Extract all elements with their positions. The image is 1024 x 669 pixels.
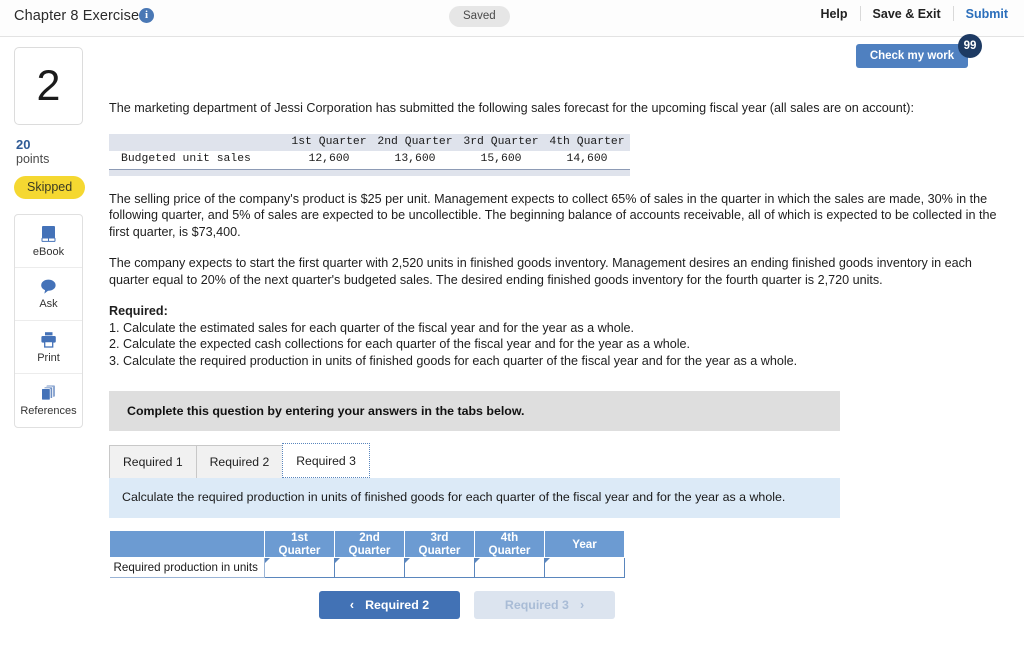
check-my-work-wrapper: Check my work 99 [856, 34, 982, 68]
budget-col-header: 2nd Quarter [372, 133, 458, 151]
budget-col-header: 3rd Quarter [458, 133, 544, 151]
budgeted-unit-sales-table: 1st Quarter 2nd Quarter 3rd Quarter 4th … [109, 133, 630, 168]
tool-ebook[interactable]: eBook [15, 215, 82, 268]
chevron-left-icon: ‹ [349, 598, 355, 612]
next-requirement-button[interactable]: Required 3 › [474, 591, 615, 619]
status-badge-skipped: Skipped [14, 176, 86, 199]
required-item-3: 3. Calculate the required production in … [109, 353, 798, 368]
paragraph-selling-price: The selling price of the company's produ… [109, 191, 997, 239]
chat-bubble-icon [39, 278, 58, 295]
answer-grid-col-q2: 2nd Quarter [334, 530, 405, 558]
copy-pages-icon [39, 384, 58, 402]
question-body: The marketing department of Jessi Corpor… [109, 100, 1014, 619]
answer-grid-col-q1: 1st Quarter [264, 530, 335, 558]
required-item-2: 2. Calculate the expected cash collectio… [109, 337, 691, 351]
required-item-1: 1. Calculate the estimated sales for eac… [109, 320, 635, 335]
prev-requirement-label: Required 2 [365, 598, 430, 612]
prev-requirement-button[interactable]: ‹ Required 2 [319, 591, 460, 619]
tab-required-3[interactable]: Required 3 [282, 443, 370, 478]
answer-grid-col-year: Year [544, 530, 625, 558]
check-my-work-button[interactable]: Check my work [856, 44, 968, 68]
instruction-band: Complete this question by entering your … [109, 391, 840, 431]
answer-input-q1[interactable] [264, 557, 335, 578]
budget-value: 14,600 [544, 150, 630, 168]
required-section: Required: 1. Calculate the estimated sal… [109, 303, 1014, 369]
budget-corner-cell [109, 133, 286, 151]
intro-paragraph: The marketing department of Jessi Corpor… [109, 101, 914, 115]
answer-grid-row-label: Required production in units [109, 557, 265, 578]
top-bar: Chapter 8 Exercises i Saved Help Save & … [0, 0, 1024, 37]
answer-input-q4[interactable] [474, 557, 545, 578]
points-label: points [16, 152, 50, 166]
page-title: Chapter 8 Exercises [14, 8, 147, 24]
answer-input-q2[interactable] [334, 557, 405, 578]
footer-navigation: ‹ Required 2 Required 3 › [319, 591, 1014, 619]
answer-grid-corner [109, 530, 265, 558]
paragraph-inventory: The company expects to start the first q… [109, 256, 972, 287]
answer-input-year[interactable] [544, 557, 625, 578]
top-bar-links: Help Save & Exit Submit [808, 6, 1008, 21]
printer-icon [39, 331, 58, 349]
requirement-tabs: Required 1 Required 2 Required 3 [109, 443, 1014, 478]
question-number: 2 [14, 47, 83, 125]
tab-required-2[interactable]: Required 2 [195, 445, 284, 478]
tool-label: eBook [32, 245, 65, 258]
tool-label: Print [37, 351, 60, 364]
info-icon[interactable]: i [139, 8, 154, 23]
budget-table-footer-bar [109, 168, 630, 176]
points-value: 20 [16, 137, 31, 152]
table-row: Required production in units [109, 557, 625, 578]
tab-panel-required-3: Calculate the required production in uni… [109, 478, 840, 518]
answer-input-q3[interactable] [404, 557, 475, 578]
answer-grid-col-q3: 3rd Quarter [404, 530, 475, 558]
tool-label: References [20, 405, 77, 417]
tool-references[interactable]: References [15, 374, 82, 427]
budget-col-header: 4th Quarter [544, 133, 630, 151]
save-and-exit-link[interactable]: Save & Exit [861, 7, 953, 21]
table-row: Budgeted unit sales 12,600 13,600 15,600… [109, 150, 630, 168]
tool-label: Ask [39, 298, 58, 310]
budget-value: 13,600 [372, 150, 458, 168]
budget-row-label: Budgeted unit sales [109, 150, 286, 168]
help-link[interactable]: Help [808, 7, 859, 21]
submit-link[interactable]: Submit [954, 7, 1008, 21]
answer-grid-col-q4: 4th Quarter [474, 530, 545, 558]
tab-required-1[interactable]: Required 1 [109, 445, 197, 478]
budget-value: 15,600 [458, 150, 544, 168]
budget-value: 12,600 [286, 150, 372, 168]
instruction-band-text: Complete this question by entering your … [127, 404, 525, 418]
required-heading: Required: [109, 304, 168, 318]
answer-grid: 1st Quarter 2nd Quarter 3rd Quarter 4th … [109, 530, 625, 578]
tool-panel: eBook Ask Print References [14, 214, 83, 428]
next-requirement-label: Required 3 [504, 598, 569, 612]
table-header-row: 1st Quarter 2nd Quarter 3rd Quarter 4th … [109, 133, 630, 151]
answer-grid-header-row: 1st Quarter 2nd Quarter 3rd Quarter 4th … [109, 530, 625, 558]
book-icon [39, 225, 58, 243]
chevron-right-icon: › [579, 598, 585, 612]
status-badge-saved: Saved [449, 6, 510, 27]
question-rail: 2 20 points Skipped eBook Ask Print Refe… [14, 47, 86, 428]
budget-col-header: 1st Quarter [286, 133, 372, 151]
tool-print[interactable]: Print [15, 321, 82, 374]
tool-ask[interactable]: Ask [15, 268, 82, 321]
check-my-work-count-badge: 99 [958, 34, 982, 58]
